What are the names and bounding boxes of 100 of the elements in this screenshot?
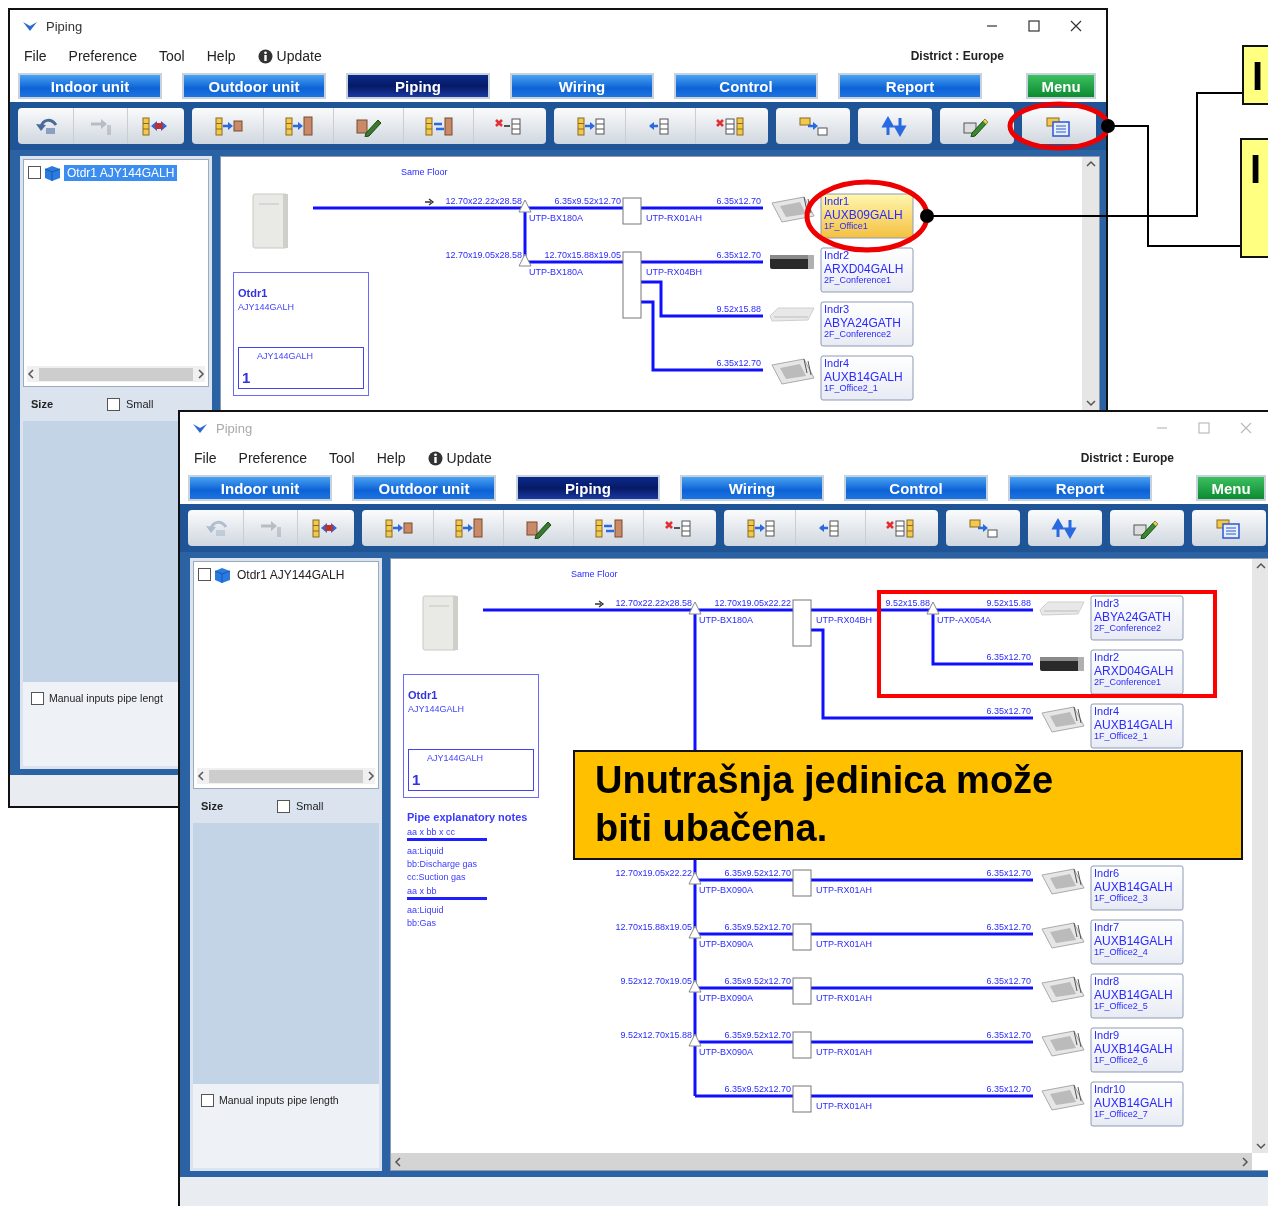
unit-model: AJY144GALH	[408, 704, 466, 714]
tab[interactable]: Indoor unit	[190, 477, 330, 499]
checkbox[interactable]	[31, 692, 44, 705]
tab[interactable]: Wiring	[682, 477, 822, 499]
menu-item[interactable]: Tool	[159, 48, 185, 64]
tab[interactable]: Outdoor unit	[354, 477, 494, 499]
pipe-size-label: 9.52x12.70x19.05	[620, 976, 692, 986]
tab[interactable]: Report	[1010, 477, 1150, 499]
tab[interactable]: Control	[846, 477, 986, 499]
checkbox[interactable]	[107, 397, 120, 411]
indoor-unit-card[interactable]: Indr3 ABYA24GATH 2F_Conference2	[820, 301, 914, 347]
tab[interactable]: Outdoor unit	[184, 75, 324, 97]
indoor-unit-card[interactable]: Indr9 AUXB14GALH 1F_Office2_6	[1090, 1027, 1184, 1073]
kit-label: UTP-AX054A	[937, 615, 992, 625]
scrollbar[interactable]	[391, 1153, 1252, 1170]
indoor-unit-card[interactable]: Indr1 AUXB09GALH 1F_Office1	[820, 193, 914, 239]
indoor-unit-card[interactable]: Indr6 AUXB14GALH 1F_Office2_3	[1090, 865, 1184, 911]
floor-label: Same Floor	[401, 167, 448, 177]
menu-item[interactable]: Preference	[238, 450, 308, 466]
kit-label: UTP-RX01AH	[816, 993, 872, 1003]
menu-item[interactable]: Help	[206, 48, 236, 64]
indoor-unit-card[interactable]: Indr10 AUXB14GALH 1F_Office2_7	[1090, 1081, 1184, 1127]
unit-room: 1F_Office2_3	[1094, 893, 1148, 903]
menu-item[interactable]: Help	[376, 450, 406, 466]
checkbox[interactable]	[28, 166, 41, 179]
header-block	[622, 197, 642, 225]
tree-item[interactable]: Otdr1 AJY144GALH	[234, 566, 348, 583]
list-swap-icon	[593, 517, 624, 539]
scroll-right-icon[interactable]	[367, 771, 375, 781]
tab[interactable]: Wiring	[512, 75, 652, 97]
notes-heading: aa x bb	[407, 885, 487, 900]
indoor-unit-card[interactable]: Indr4 AUXB14GALH 1F_Office2_1	[1090, 703, 1184, 749]
scroll-left-icon[interactable]	[394, 1156, 402, 1167]
indoor-unit-card[interactable]: Indr2 ARXD04GALH 2F_Conference1	[820, 247, 914, 293]
scroll-left-icon[interactable]	[27, 369, 35, 379]
block-arrows-icon	[798, 115, 828, 137]
checkbox-label: Manual inputs pipe lengt	[49, 692, 163, 704]
menu-item[interactable]: File	[24, 48, 47, 64]
size-label: Size	[31, 398, 54, 410]
menu-item[interactable]: Tool	[329, 450, 355, 466]
menu-item[interactable]: Update	[276, 48, 322, 64]
maximize-icon[interactable]	[1028, 20, 1040, 32]
window-title: Piping	[46, 18, 83, 34]
pipe-size-label: 12.70x22.22x28.58	[445, 196, 522, 206]
header-block	[792, 1031, 812, 1059]
scrollbar[interactable]	[197, 768, 375, 784]
unit-model: AJY144GALH	[427, 753, 484, 763]
pipe-size-label: 6.35x12.70	[986, 976, 1031, 986]
menu-item[interactable]: File	[194, 450, 217, 466]
scroll-right-icon[interactable]	[1241, 1156, 1249, 1167]
tab[interactable]: Control	[676, 75, 816, 97]
scrollbar-thumb[interactable]	[39, 367, 193, 381]
tab[interactable]: Indoor unit	[20, 75, 160, 97]
kit-label: UTP-RX01AH	[816, 939, 872, 949]
outdoor-unit-card[interactable]: Otdr1 AJY144GALH AJY144GALH 1	[233, 272, 369, 396]
unit-name: Indr10	[1094, 1083, 1126, 1095]
unit-room: 1F_Office2_1	[1094, 731, 1148, 741]
scrollbar[interactable]	[27, 366, 205, 382]
checkbox-label: Manual inputs pipe length	[219, 1094, 339, 1106]
indoor-unit-card[interactable]: Indr4 AUXB14GALH 1F_Office2_1	[820, 355, 914, 401]
menu-item[interactable]: Preference	[68, 48, 138, 64]
outdoor-unit-card[interactable]: Otdr1 AJY144GALH AJY144GALH 1	[403, 674, 539, 798]
kit-label: UTP-RX01AH	[816, 885, 872, 895]
indoor-unit-card[interactable]: Indr3 ABYA24GATH 2F_Conference2	[1090, 595, 1184, 641]
update-menu[interactable]: Update	[427, 450, 492, 466]
scroll-up-icon[interactable]	[1085, 160, 1096, 168]
scroll-down-icon[interactable]	[1255, 1142, 1266, 1150]
update-menu[interactable]: Update	[257, 48, 322, 64]
indoor-unit-card[interactable]: Indr7 AUXB14GALH 1F_Office2_4	[1090, 919, 1184, 965]
tab[interactable]: Report	[840, 75, 980, 97]
tab[interactable]: Piping	[518, 477, 658, 499]
cassette-unit-icon	[1041, 976, 1085, 1003]
tab[interactable]: Piping	[348, 75, 488, 97]
kit-label: UTP-BX090A	[699, 885, 754, 895]
unit-model: AUXB14GALH	[1094, 718, 1173, 732]
swoosh-icon	[192, 422, 208, 434]
unit-name: Indr1	[824, 195, 850, 207]
scrollbar-thumb[interactable]	[209, 769, 363, 783]
kit-label: UTP-BX090A	[699, 1047, 754, 1057]
pipe-size-label: 6.35x9.52x12.70	[724, 976, 791, 986]
unit-model: AUXB09GALH	[824, 208, 903, 222]
checkbox[interactable]	[198, 568, 211, 581]
checkbox[interactable]	[201, 1094, 214, 1107]
pipe-size-label: 6.35x12.70	[986, 652, 1031, 662]
scrollbar[interactable]	[1082, 157, 1099, 410]
checkbox[interactable]	[277, 799, 290, 813]
close-icon[interactable]	[1070, 20, 1082, 32]
indoor-unit-card[interactable]: Indr8 AUXB14GALH 1F_Office2_5	[1090, 973, 1184, 1019]
scroll-left-icon[interactable]	[197, 771, 205, 781]
kit-label: UTP-RX04BH	[646, 267, 702, 277]
indoor-unit-card[interactable]: Indr2 ARXD04GALH 2F_Conference1	[1090, 649, 1184, 695]
pipe-size-label: 6.35x12.70	[986, 1084, 1031, 1094]
menu-item[interactable]: Update	[446, 450, 492, 466]
unit-name: Indr9	[1094, 1029, 1120, 1041]
kit-label: UTP-BX180A	[529, 267, 584, 277]
scroll-up-icon[interactable]	[1255, 562, 1266, 570]
scroll-down-icon[interactable]	[1085, 399, 1096, 407]
scrollbar[interactable]	[1252, 559, 1268, 1153]
unit-name: Otdr1	[238, 287, 269, 299]
scroll-right-icon[interactable]	[197, 369, 205, 379]
